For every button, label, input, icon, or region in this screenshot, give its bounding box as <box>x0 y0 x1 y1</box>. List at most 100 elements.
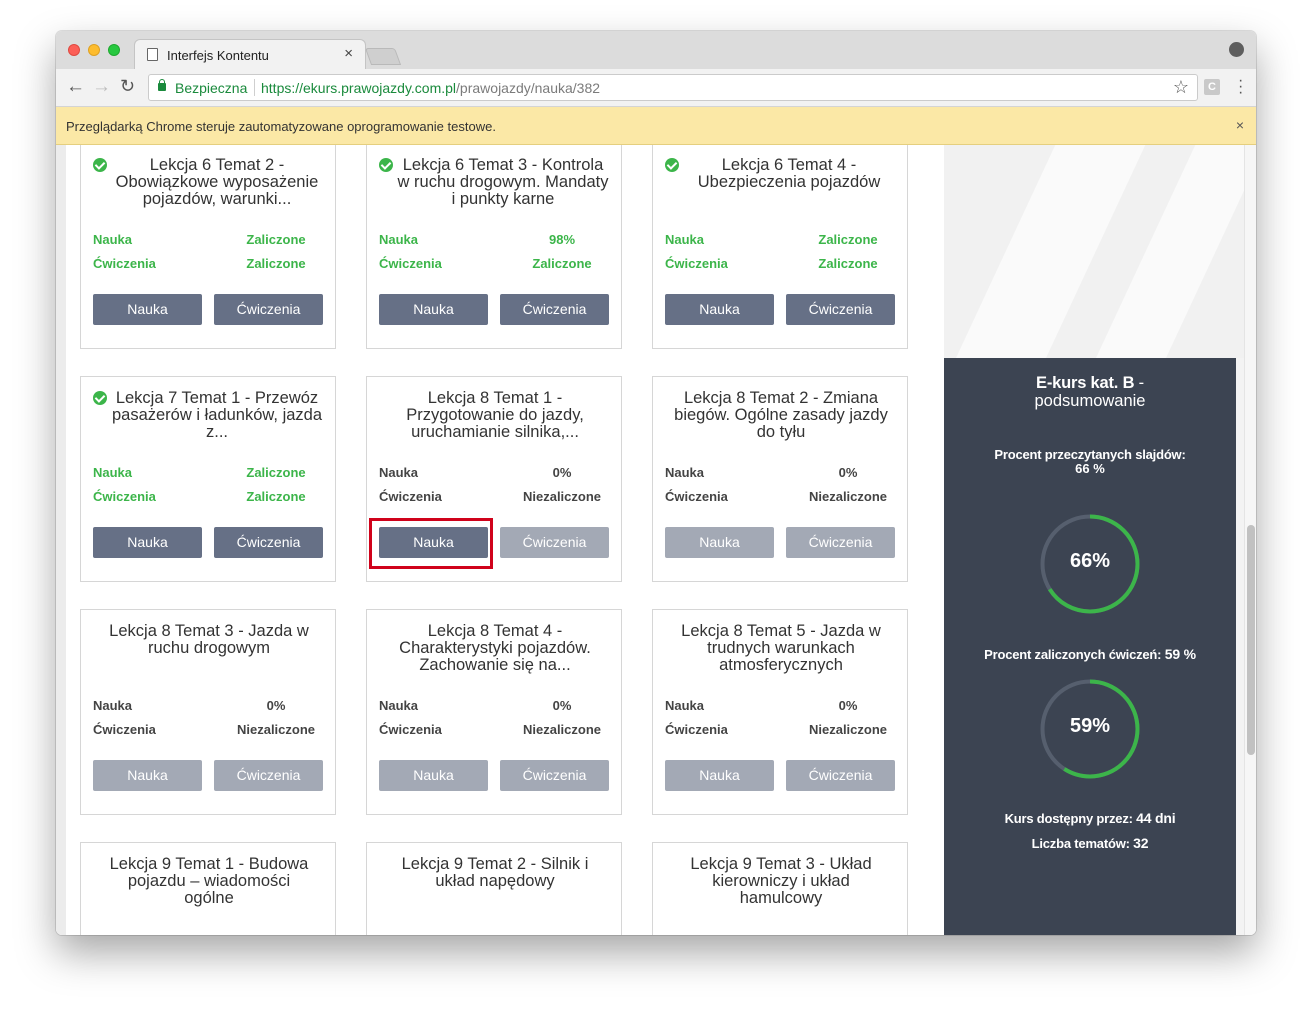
scrollbar-thumb[interactable] <box>1247 525 1255 755</box>
exercises-label: Procent zaliczonych ćwiczeń: <box>984 647 1162 662</box>
title-bar: Interfejs Kontentu × <box>56 31 1256 69</box>
cwiczenia-label: Ćwiczenia <box>93 489 156 504</box>
lesson-card: Lekcja 8 Temat 1 - Przygotowanie do jazd… <box>366 376 622 582</box>
available-row: Kurs dostępny przez: 44 dni <box>944 810 1236 826</box>
secure-label: Bezpieczna <box>175 80 248 96</box>
page-icon <box>147 48 158 61</box>
nauka-value: 0% <box>552 698 572 713</box>
nauka-label: Nauka <box>379 698 419 713</box>
tab-close-icon[interactable]: × <box>344 45 353 62</box>
exercises-gauge: 59% <box>1040 679 1140 779</box>
cwiczenia-value: Niezaliczone <box>522 489 602 504</box>
nauka-button[interactable]: Nauka <box>665 760 774 791</box>
lesson-title: Lekcja 8 Temat 3 - Jazda w ruchu drogowy… <box>109 622 309 657</box>
browser-toolbar: ← → ↻ Bezpieczna https://ekurs.prawojazd… <box>56 69 1256 107</box>
automation-infobar: Przeglądarką Chrome steruje zautomatyzow… <box>56 107 1256 145</box>
lesson-card: Lekcja 9 Temat 3 - Układ kierowniczy i u… <box>652 842 908 935</box>
cwiczenia-button[interactable]: Ćwiczenia <box>500 294 609 325</box>
summary-title-dash: - <box>1134 374 1145 392</box>
cwiczenia-value: Niezaliczone <box>808 489 888 504</box>
address-bar[interactable]: Bezpieczna https://ekurs.prawojazdy.com.… <box>148 74 1198 101</box>
nauka-button[interactable]: Nauka <box>93 294 202 325</box>
cwiczenia-button[interactable]: Ćwiczenia <box>214 760 323 791</box>
cwiczenia-button[interactable]: Ćwiczenia <box>214 527 323 558</box>
nauka-button[interactable]: Nauka <box>665 294 774 325</box>
nauka-value: 0% <box>838 698 858 713</box>
completed-check-icon <box>379 158 393 172</box>
lesson-title: Lekcja 9 Temat 2 - Silnik i układ napędo… <box>401 855 589 890</box>
new-tab-button[interactable] <box>364 48 402 65</box>
forward-arrow-icon[interactable]: → <box>92 76 111 98</box>
available-label: Kurs dostępny przez: <box>1004 811 1133 826</box>
nauka-label: Nauka <box>93 698 133 713</box>
nauka-label: Nauka <box>665 465 705 480</box>
infobar-close-icon[interactable]: × <box>1236 117 1244 133</box>
profile-icon[interactable] <box>1229 42 1244 57</box>
nauka-label: Nauka <box>665 232 705 247</box>
close-window-button[interactable] <box>68 44 80 56</box>
cwiczenia-label: Ćwiczenia <box>379 256 442 271</box>
browser-tab[interactable]: Interfejs Kontentu × <box>134 39 366 69</box>
cwiczenia-label: Ćwiczenia <box>665 722 728 737</box>
reload-icon[interactable]: ↻ <box>120 76 135 97</box>
lesson-title: Lekcja 8 Temat 4 - Charakterystyki pojaz… <box>399 622 591 674</box>
nauka-value: Zaliczone <box>246 232 306 247</box>
nauka-label: Nauka <box>93 465 133 480</box>
topics-row: Liczba tematów: 32 <box>944 835 1236 851</box>
exercises-gauge-text: 59% <box>1069 715 1111 737</box>
cwiczenia-value: Zaliczone <box>532 256 592 271</box>
cwiczenia-button[interactable]: Ćwiczenia <box>786 527 895 558</box>
menu-dots-icon[interactable]: · · · <box>1238 73 1243 101</box>
cwiczenia-value: Zaliczone <box>818 256 878 271</box>
exercises-value: 59 % <box>1164 646 1196 662</box>
nauka-value: 0% <box>552 465 572 480</box>
nauka-label: Nauka <box>665 698 705 713</box>
lesson-title: Lekcja 6 Temat 3 - Kontrola w ruchu drog… <box>397 156 609 208</box>
vertical-scrollbar[interactable] <box>1244 145 1256 935</box>
cwiczenia-button[interactable]: Ćwiczenia <box>786 760 895 791</box>
nauka-button[interactable]: Nauka <box>93 527 202 558</box>
cwiczenia-label: Ćwiczenia <box>93 256 156 271</box>
cwiczenia-label: Ćwiczenia <box>665 256 728 271</box>
lesson-card: Lekcja 8 Temat 5 - Jazda w trudnych waru… <box>652 609 908 815</box>
cwiczenia-button[interactable]: Ćwiczenia <box>214 294 323 325</box>
maximize-window-button[interactable] <box>108 44 120 56</box>
nauka-value: 0% <box>838 465 858 480</box>
summary-panel: E-kurs kat. B - podsumowanie Procent prz… <box>944 358 1236 935</box>
extension-icon[interactable]: C <box>1204 79 1220 95</box>
lessons-grid: Lekcja 6 Temat 2 - Obowiązkowe wyposażen… <box>66 145 944 935</box>
slides-label: Procent przeczytanych slajdów: <box>994 447 1186 462</box>
nauka-value: Zaliczone <box>246 465 306 480</box>
url-text[interactable]: https://ekurs.prawojazdy.com.pl/prawojaz… <box>261 80 600 96</box>
cwiczenia-value: Niezaliczone <box>808 722 888 737</box>
cwiczenia-value: Niezaliczone <box>522 722 602 737</box>
nauka-button[interactable]: Nauka <box>93 760 202 791</box>
bookmark-star-icon[interactable]: ☆ <box>1173 77 1189 98</box>
summary-subtitle: podsumowanie <box>1034 392 1146 410</box>
slides-value: 66 % <box>1075 461 1105 476</box>
lesson-title: Lekcja 9 Temat 3 - Układ kierowniczy i u… <box>690 855 872 907</box>
url-host: https://ekurs.prawojazdy.com.pl <box>261 80 457 96</box>
cwiczenia-value: Zaliczone <box>246 489 306 504</box>
lesson-title: Lekcja 8 Temat 5 - Jazda w trudnych waru… <box>681 622 881 674</box>
lesson-card: Lekcja 7 Temat 1 - Przewóz pasażerów i ł… <box>80 376 336 582</box>
topics-value: 32 <box>1133 835 1149 851</box>
lock-icon <box>158 79 166 91</box>
lesson-title: Lekcja 6 Temat 4 - Ubezpieczenia pojazdó… <box>697 156 881 191</box>
lesson-card: Lekcja 6 Temat 3 - Kontrola w ruchu drog… <box>366 145 622 349</box>
back-arrow-icon[interactable]: ← <box>66 76 85 98</box>
slides-gauge-text: 66% <box>1069 550 1111 572</box>
nauka-button[interactable]: Nauka <box>379 760 488 791</box>
cwiczenia-label: Ćwiczenia <box>93 722 156 737</box>
url-separator <box>254 79 255 96</box>
cwiczenia-button[interactable]: Ćwiczenia <box>786 294 895 325</box>
slides-gauge: 66% <box>1040 514 1140 614</box>
summary-title: E-kurs kat. B - <box>944 374 1236 393</box>
nauka-button[interactable]: Nauka <box>665 527 774 558</box>
nauka-button[interactable]: Nauka <box>379 294 488 325</box>
cwiczenia-button[interactable]: Ćwiczenia <box>500 760 609 791</box>
minimize-window-button[interactable] <box>88 44 100 56</box>
cwiczenia-button[interactable]: Ćwiczenia <box>500 527 609 558</box>
cwiczenia-value: Zaliczone <box>246 256 306 271</box>
left-gutter <box>56 145 66 935</box>
